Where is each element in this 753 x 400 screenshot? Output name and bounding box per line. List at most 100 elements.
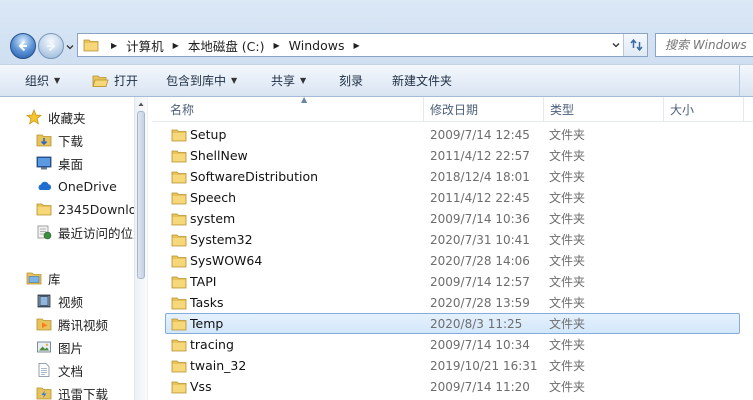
column-header-type-label: 类型: [550, 103, 575, 117]
address-bar[interactable]: ▶ 计算机 ▶ 本地磁盘 (C:) ▶ Windows ▶: [77, 33, 648, 57]
file-modified-date: 2020/7/28 13:59: [430, 295, 530, 310]
breadcrumb-computer[interactable]: 计算机: [123, 34, 167, 56]
file-type: 文件夹: [549, 212, 586, 226]
column-header-name-label: 名称: [170, 103, 195, 117]
include-in-library-label: 包含到库中: [166, 74, 227, 88]
breadcrumb-separator-icon[interactable]: ▶: [347, 41, 365, 50]
nav-item-thunder-download[interactable]: 迅雷下载: [36, 382, 146, 400]
scroll-up-icon[interactable]: [138, 101, 144, 107]
file-name: Setup: [190, 127, 227, 142]
share-label: 共享: [271, 74, 296, 88]
film-icon: [37, 294, 51, 308]
nav-item-recent-places[interactable]: 最近访问的位置: [36, 221, 146, 243]
file-row[interactable]: SoftwareDistribution 2018/12/4 18:01 文件夹: [165, 166, 740, 187]
file-row[interactable]: Temp 2020/8/3 11:25 文件夹: [165, 313, 740, 334]
folder-icon: [171, 381, 187, 394]
folder-icon: [171, 192, 187, 205]
navigation-pane-scroll-thumb[interactable]: [137, 111, 145, 279]
column-header-name[interactable]: 名称 ▲: [164, 95, 424, 122]
file-row[interactable]: System32 2020/7/31 10:41 文件夹: [165, 229, 740, 250]
nav-libraries-header[interactable]: 库: [26, 267, 146, 289]
share-button[interactable]: 共享 ▼: [271, 65, 306, 96]
file-row[interactable]: Tasks 2020/7/28 13:59 文件夹: [165, 292, 740, 313]
file-modified-date: 2020/7/31 10:41: [430, 232, 530, 247]
nav-item-documents[interactable]: 文档: [36, 359, 146, 381]
toolbar-overflow[interactable]: [739, 65, 753, 96]
chevron-down-icon: ▼: [54, 76, 61, 85]
folder-icon: [171, 255, 187, 268]
file-row[interactable]: system 2009/7/14 10:36 文件夹: [165, 208, 740, 229]
search-box[interactable]: [655, 33, 753, 57]
search-input[interactable]: [656, 34, 753, 56]
file-name: TAPI: [190, 274, 217, 289]
file-row[interactable]: ShellNew 2011/4/12 22:57 文件夹: [165, 145, 740, 166]
nav-item-label: 最近访问的位置: [58, 225, 146, 241]
folder-icon: [171, 213, 187, 226]
nav-item-tencent-video[interactable]: 腾讯视频: [36, 313, 146, 335]
open-folder-icon: [92, 75, 109, 87]
library-icon: [26, 272, 42, 285]
forward-button[interactable]: [38, 33, 64, 59]
folder-icon: [171, 129, 187, 142]
file-row[interactable]: TAPI 2009/7/14 12:57 文件夹: [165, 271, 740, 292]
nav-favorites-header[interactable]: 收藏夹: [26, 106, 146, 128]
file-row[interactable]: twain_32 2019/10/21 16:31 文件夹: [165, 355, 740, 376]
file-type: 文件夹: [549, 170, 586, 184]
file-modified-date: 2009/7/14 10:36: [430, 211, 530, 226]
breadcrumb-separator-icon[interactable]: ▶: [167, 41, 185, 50]
file-modified-date: 2011/4/12 22:57: [430, 148, 530, 163]
file-row[interactable]: Speech 2011/4/12 22:45 文件夹: [165, 187, 740, 208]
file-row[interactable]: SysWOW64 2020/7/28 14:06 文件夹: [165, 250, 740, 271]
file-type: 文件夹: [549, 338, 586, 352]
command-bar: 组织 ▼ 打开 包含到库中 ▼ 共享 ▼ 刻录 新建文件夹: [0, 64, 753, 97]
nav-item-videos[interactable]: 视频: [36, 290, 146, 312]
breadcrumb-separator-icon[interactable]: ▶: [105, 41, 123, 50]
chevron-down-icon: ▼: [300, 76, 307, 85]
folder-icon: [83, 39, 99, 52]
burn-label: 刻录: [339, 74, 364, 88]
breadcrumb-local-disk[interactable]: 本地磁盘 (C:): [185, 34, 268, 56]
burn-button[interactable]: 刻录: [339, 65, 363, 96]
file-type: 文件夹: [549, 317, 586, 331]
nav-item-pictures[interactable]: 图片: [36, 336, 146, 358]
back-button[interactable]: [10, 33, 36, 59]
refresh-button[interactable]: [623, 34, 647, 56]
nav-item-2345downloads[interactable]: 2345Downloads: [36, 198, 146, 220]
file-name: Speech: [190, 190, 237, 205]
forward-arrow-icon: [47, 40, 56, 52]
new-folder-button[interactable]: 新建文件夹: [392, 65, 452, 96]
nav-item-downloads[interactable]: 下载: [36, 129, 146, 151]
file-modified-date: 2020/8/3 11:25: [430, 316, 523, 331]
file-modified-date: 2020/7/28 14:06: [430, 253, 530, 268]
nav-item-desktop[interactable]: 桌面: [36, 152, 146, 174]
column-header-date[interactable]: 修改日期: [424, 97, 544, 122]
recent-pages-chevron-icon[interactable]: [65, 42, 75, 52]
file-type: 文件夹: [549, 359, 586, 373]
file-type: 文件夹: [549, 275, 586, 289]
folder-icon: [171, 318, 187, 331]
file-row[interactable]: tracing 2009/7/14 10:34 文件夹: [165, 334, 740, 355]
file-type: 文件夹: [549, 233, 586, 247]
file-row[interactable]: Vss 2009/7/14 11:20 文件夹: [165, 376, 740, 397]
column-header-row: 名称 ▲ 修改日期 类型 大小: [152, 95, 753, 122]
file-name: ShellNew: [190, 148, 248, 163]
file-name: system: [190, 211, 236, 226]
navigation-pane-scrollbar[interactable]: [134, 97, 147, 400]
recent-places-icon: [37, 225, 52, 240]
file-modified-date: 2009/7/14 12:57: [430, 274, 530, 289]
address-history-chevron-icon[interactable]: [611, 40, 621, 50]
star-icon: [26, 109, 42, 125]
organize-button[interactable]: 组织 ▼: [25, 65, 60, 96]
breadcrumb-separator-icon[interactable]: ▶: [268, 41, 286, 50]
file-type: 文件夹: [549, 380, 586, 394]
column-header-size[interactable]: 大小: [664, 97, 744, 122]
breadcrumb-windows[interactable]: Windows: [286, 34, 348, 56]
file-name: Vss: [190, 379, 212, 394]
file-modified-date: 2018/12/4 18:01: [430, 169, 530, 184]
nav-item-onedrive[interactable]: OneDrive: [36, 175, 146, 197]
file-name: SysWOW64: [190, 253, 263, 268]
include-in-library-button[interactable]: 包含到库中 ▼: [166, 65, 237, 96]
file-row[interactable]: Setup 2009/7/14 12:45 文件夹: [165, 124, 740, 145]
column-header-type[interactable]: 类型: [544, 97, 664, 122]
open-button[interactable]: 打开: [92, 65, 138, 96]
